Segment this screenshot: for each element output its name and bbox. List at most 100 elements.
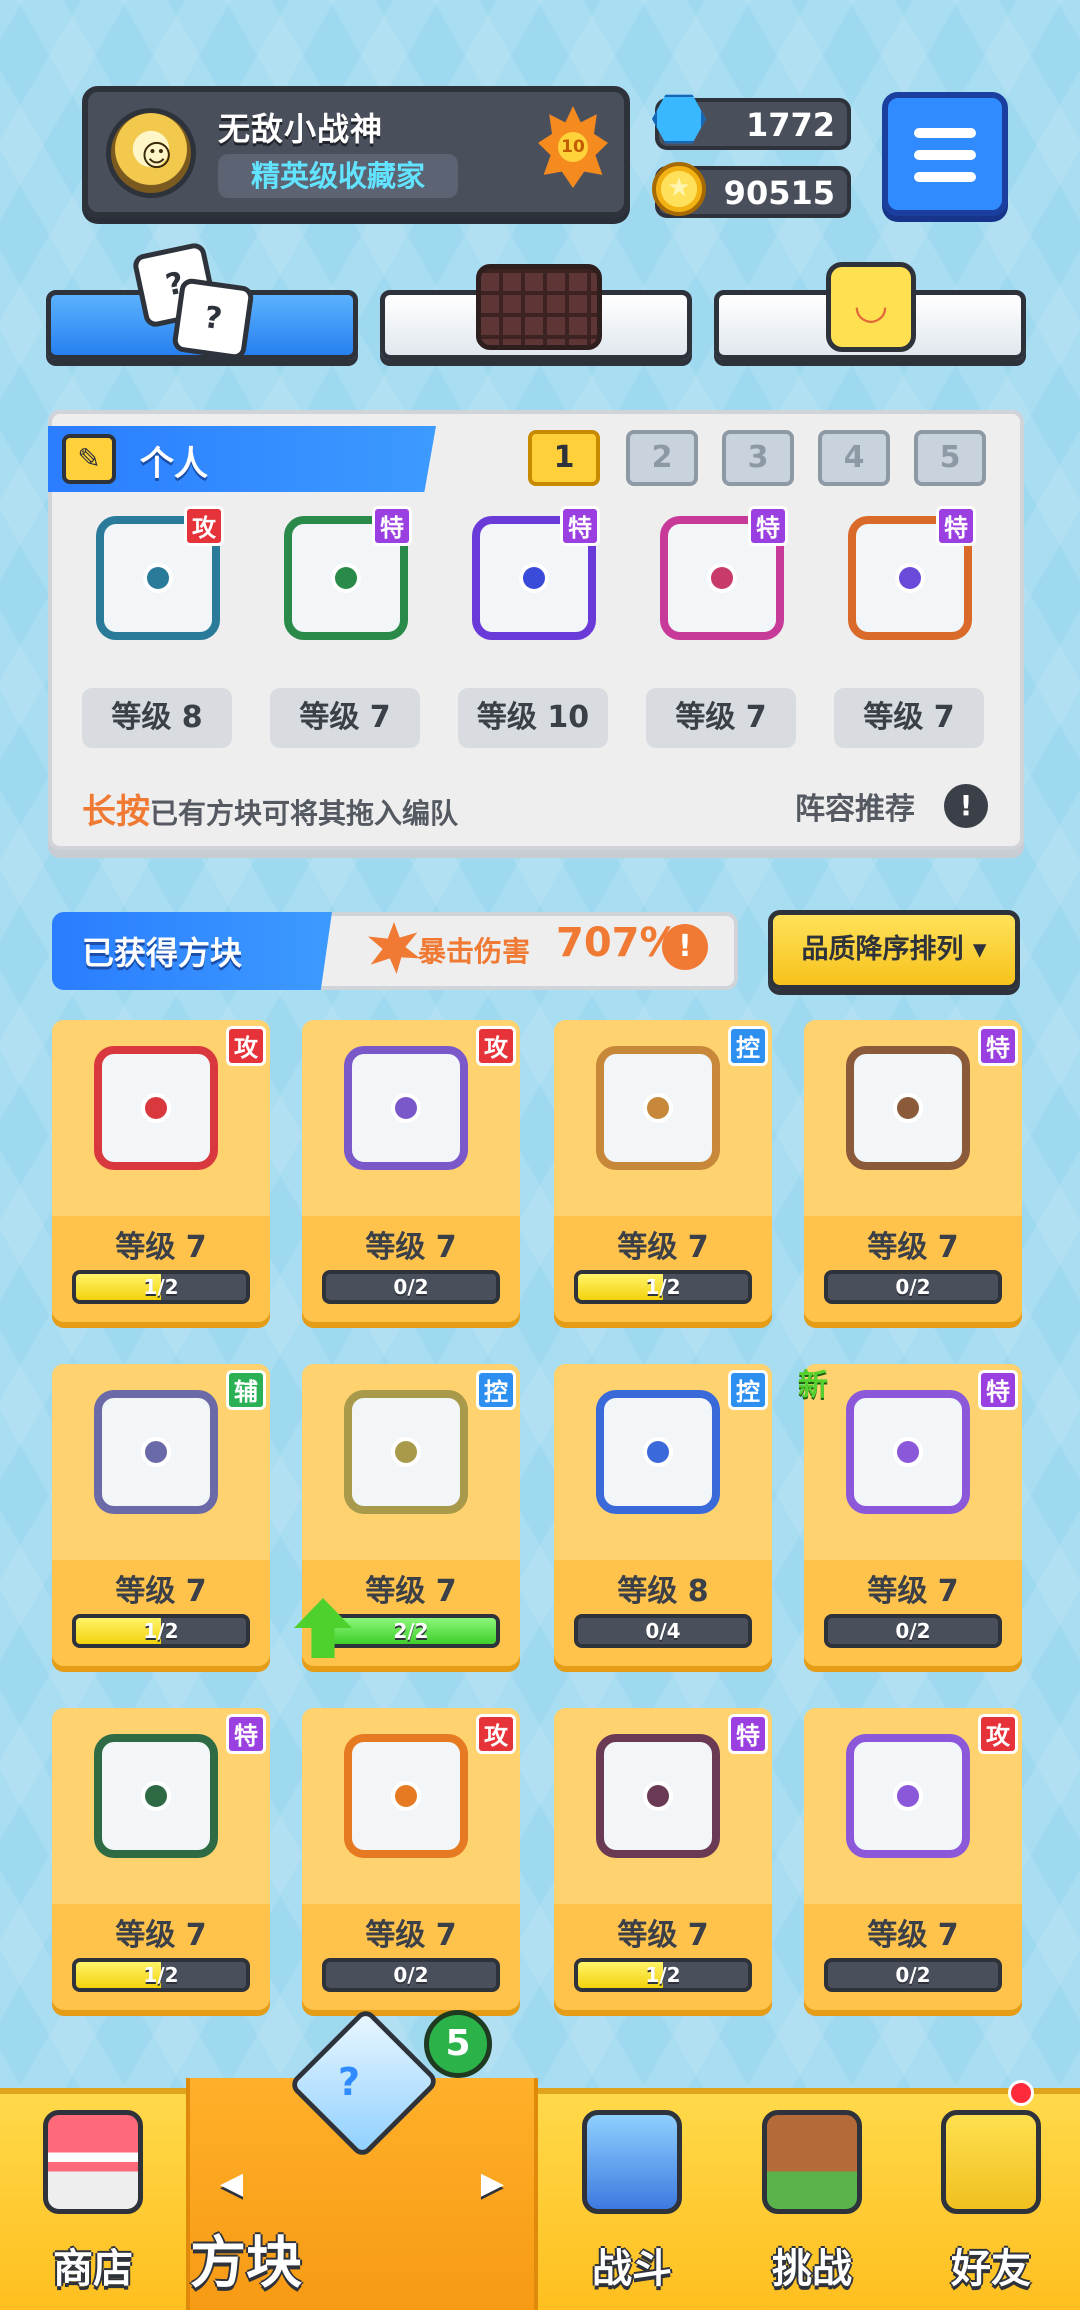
type-tag: 攻 <box>476 1714 516 1754</box>
dice-card-art: 控 <box>302 1364 520 1560</box>
next-arrow-icon[interactable]: ▶ <box>481 2166 504 2201</box>
progress-text: 0/2 <box>895 1275 931 1299</box>
progress-text: 1/2 <box>645 1275 681 1299</box>
deck-number-5[interactable]: 5 <box>914 430 986 486</box>
upgrade-progress-bar: 0/4 <box>574 1614 752 1648</box>
dice-card-art: 控 <box>554 1020 772 1216</box>
dice-card[interactable]: 攻等级 7 0/2 <box>804 1708 1022 2010</box>
progress-text: 2/2 <box>393 1619 429 1643</box>
deck-slot-4[interactable]: 特 <box>646 494 796 674</box>
dice-card[interactable]: 控等级 7 2/2 <box>294 1364 520 1666</box>
dice-card[interactable]: 控等级 7 1/2 <box>554 1020 772 1322</box>
menu-button[interactable] <box>882 92 1008 216</box>
crit-info-icon[interactable]: ! <box>662 924 708 970</box>
dice-card[interactable]: 攻等级 7 0/2 <box>302 1708 520 2010</box>
deck-number-3[interactable]: 3 <box>722 430 794 486</box>
dice-card[interactable]: 攻等级 7 1/2 <box>52 1020 270 1322</box>
progress-text: 0/2 <box>895 1619 931 1643</box>
edit-pencil-icon[interactable]: ✎ <box>62 434 116 484</box>
nav-challenge[interactable]: 挑战 <box>722 2088 902 2310</box>
dice-level: 等级 7 <box>365 1230 457 1265</box>
player-level-star-icon: 10 <box>538 106 608 188</box>
dice-card[interactable]: 攻等级 7 0/2 <box>302 1020 520 1322</box>
dice-level: 等级 7 <box>867 1574 959 1609</box>
avatar-face-icon: ☺ <box>141 139 173 174</box>
deck-slot-level: 等级 7 <box>646 688 796 748</box>
shop-stall-icon <box>43 2110 143 2214</box>
type-tag: 特 <box>936 506 976 546</box>
progress-text: 0/2 <box>393 1275 429 1299</box>
dice-card-art: 攻 <box>302 1708 520 1904</box>
info-icon[interactable]: ! <box>944 784 988 828</box>
menu-icon-bar <box>914 172 976 182</box>
nav-battle-label: 战斗 <box>592 2246 672 2292</box>
dice-card-art: 特新 <box>798 1364 1022 1560</box>
nav-friends[interactable]: 好友 <box>902 2088 1080 2310</box>
battle-knight-icon <box>582 2110 682 2214</box>
type-tag: 特 <box>978 1370 1018 1410</box>
dice-card[interactable]: 辅等级 7 1/2 <box>52 1364 270 1666</box>
hint-text: 已有方块可将其拖入编队 <box>150 797 459 830</box>
deck-number-4[interactable]: 4 <box>818 430 890 486</box>
dice-icon <box>94 1046 218 1170</box>
dice-level: 等级 7 <box>867 1230 959 1265</box>
cube-question-icon: ? <box>338 2060 361 2104</box>
player-level: 10 <box>558 132 588 162</box>
type-tag: 控 <box>728 1370 768 1410</box>
nav-battle[interactable]: 战斗 <box>542 2088 722 2310</box>
deck-slot-1[interactable]: 攻 <box>82 494 232 674</box>
lineup-recommend-link[interactable]: 阵容推荐 <box>795 784 915 828</box>
dice-icon <box>596 1734 720 1858</box>
deck-slot-2[interactable]: 特 <box>270 494 420 674</box>
coin-icon: ★ <box>652 162 706 216</box>
dice-card[interactable]: 特等级 7 0/2 <box>804 1020 1022 1322</box>
upgrade-progress-bar: 1/2 <box>574 1270 752 1304</box>
upgrade-progress-bar: 0/2 <box>322 1958 500 1992</box>
dice-icon <box>344 1734 468 1858</box>
dice-card[interactable]: 特新等级 7 0/2 <box>798 1364 1022 1666</box>
progress-text: 0/4 <box>645 1619 681 1643</box>
upgrade-progress-bar: 2/2 <box>322 1614 500 1648</box>
player-name: 无敌小战神 <box>218 110 384 148</box>
dice-card[interactable]: 特等级 7 1/2 <box>52 1708 270 2010</box>
prev-arrow-icon[interactable]: ◀ <box>220 2166 243 2201</box>
friends-robot-icon <box>941 2110 1041 2214</box>
dice-icon <box>846 1734 970 1858</box>
type-tag: 特 <box>728 1714 768 1754</box>
dice-card-art: 特 <box>554 1708 772 1904</box>
dice-card[interactable]: 特等级 7 1/2 <box>554 1708 772 2010</box>
deck-hint: 长按已有方块可将其拖入编队 <box>82 784 458 833</box>
sort-dropdown-button[interactable]: 品质降序排列 ▾ <box>768 910 1020 990</box>
progress-text: 0/2 <box>895 1963 931 1987</box>
dice-level: 等级 7 <box>115 1918 207 1953</box>
dice-level: 等级 7 <box>867 1918 959 1953</box>
nav-shop[interactable]: 商店 <box>0 2088 186 2310</box>
dice-level: 等级 7 <box>115 1230 207 1265</box>
dice-card[interactable]: 控等级 8 0/4 <box>554 1364 772 1666</box>
deck-number-2[interactable]: 2 <box>626 430 698 486</box>
deck-slot-level: 等级 10 <box>458 688 608 748</box>
player-rank-badge: 精英级收藏家 <box>218 154 458 198</box>
type-tag: 特 <box>748 506 788 546</box>
board-grid-icon <box>476 264 602 350</box>
deck-slot-level: 等级 7 <box>834 688 984 748</box>
dice-icon <box>846 1046 970 1170</box>
nav-shop-label: 商店 <box>53 2246 133 2292</box>
hint-long-press: 长按 <box>82 792 150 832</box>
dice-icon <box>344 1390 468 1514</box>
challenge-board-icon <box>762 2110 862 2214</box>
upgrade-progress-bar: 0/2 <box>824 1614 1002 1648</box>
deck-slot-5[interactable]: 特 <box>834 494 984 674</box>
dice-icon <box>94 1734 218 1858</box>
player-profile-card[interactable]: ☺ 无敌小战神 精英级收藏家 10 <box>82 86 630 218</box>
deck-slot-3[interactable]: 特 <box>458 494 608 674</box>
new-label: 新 <box>798 1368 828 1403</box>
type-tag: 攻 <box>226 1026 266 1066</box>
dice-level: 等级 7 <box>365 1574 457 1609</box>
dice-card-art: 攻 <box>804 1708 1022 1904</box>
type-tag: 攻 <box>476 1026 516 1066</box>
dice-icon <box>344 1046 468 1170</box>
deck-number-1[interactable]: 1 <box>528 430 600 486</box>
nav-friends-label: 好友 <box>951 2246 1031 2292</box>
player-avatar[interactable]: ☺ <box>106 108 196 198</box>
